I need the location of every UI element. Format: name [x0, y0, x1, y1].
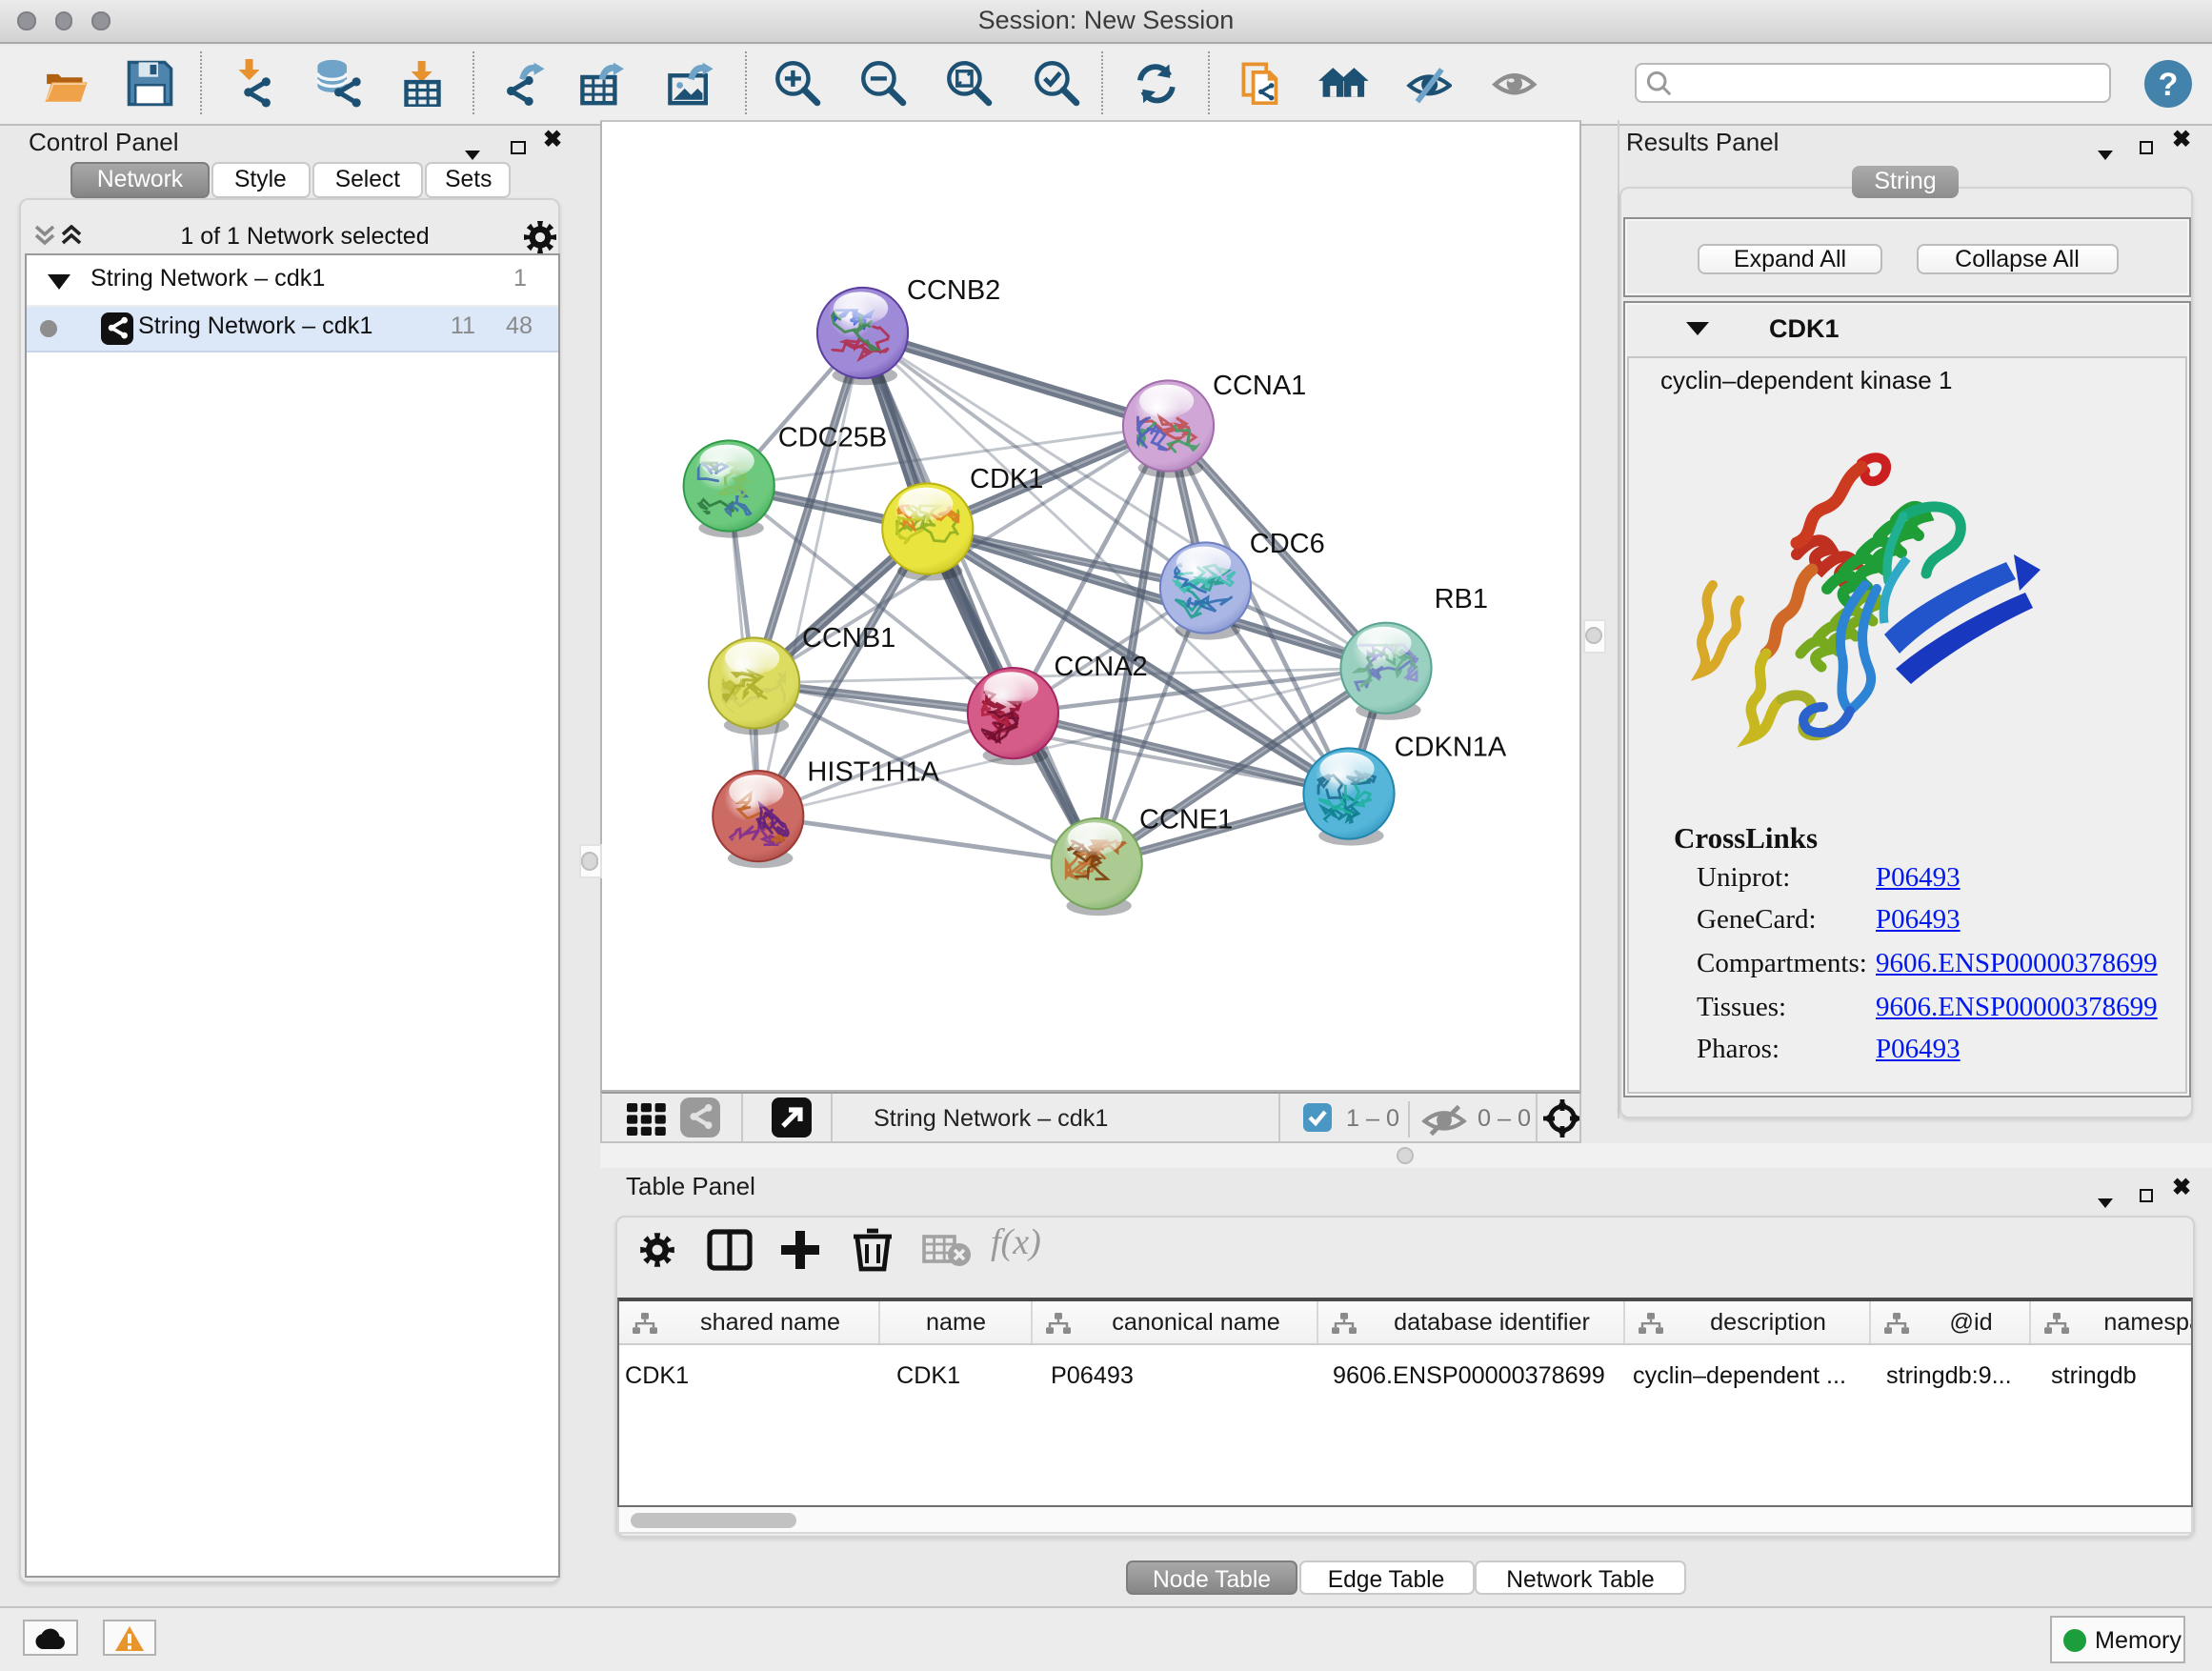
svg-text:CCNE1: CCNE1: [1138, 805, 1232, 836]
svg-text:CCNA1: CCNA1: [1212, 371, 1305, 401]
svg-text:CCNA2: CCNA2: [1053, 652, 1146, 682]
svg-text:CDC6: CDC6: [1249, 529, 1324, 559]
svg-text:CDC25B: CDC25B: [777, 422, 886, 453]
svg-text:?: ?: [2159, 67, 2179, 103]
svg-text:RB1: RB1: [1434, 584, 1487, 614]
svg-text:CDK1: CDK1: [969, 464, 1042, 494]
svg-text:HIST1H1A: HIST1H1A: [806, 757, 938, 788]
svg-text:CCNB2: CCNB2: [906, 275, 999, 306]
svg-text:CCNB1: CCNB1: [801, 623, 895, 654]
svg-text:CDKN1A: CDKN1A: [1394, 732, 1506, 762]
